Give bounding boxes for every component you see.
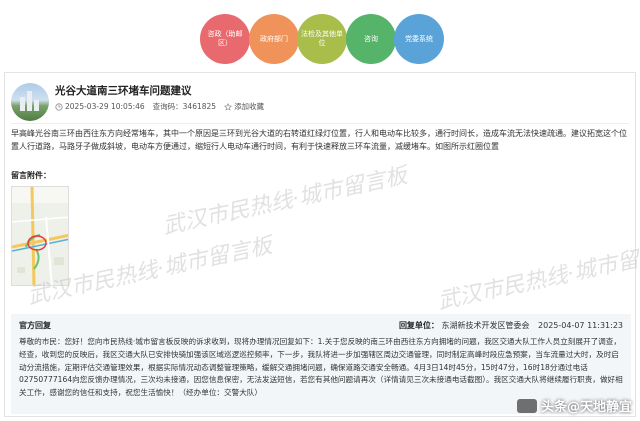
post-card: 光谷大道南三环堵车问题建议 2025-03-29 10:05:46 查询码：34… (4, 72, 640, 417)
add-favorite-button[interactable]: 添加收藏 (224, 101, 264, 112)
nav-circle-government[interactable]: 政府部门 (249, 14, 299, 64)
post-datetime: 2025-03-29 10:05:46 (65, 102, 145, 111)
nav-circle-district[interactable]: 咨政（助邮区） (200, 14, 250, 64)
reply-unit: 东湖新技术开发区管委会 (441, 321, 530, 330)
credit-text: 头条@天地静宜 (540, 400, 632, 415)
post-title: 光谷大道南三环堵车问题建议 (55, 85, 192, 97)
watermark-upper: 武汉市民热线·城市留言板 (160, 163, 410, 240)
nav-circle-party[interactable]: 党委系统 (394, 14, 444, 64)
watermark-right: 武汉市民热线·城市留言板 (435, 238, 640, 315)
post-meta: 2025-03-29 10:05:46 查询码：3461825 添加收藏 (55, 101, 264, 112)
category-nav: 咨政（助邮区） 政府部门 法检及其他单位 咨询 党委系统 (0, 14, 640, 64)
query-code-label: 查询码： (152, 102, 183, 111)
reply-meta: 回复单位： 东湖新技术开发区管委会 2025-04-07 11:31:23 (399, 320, 623, 331)
divider (11, 123, 629, 124)
star-icon (224, 102, 233, 111)
reply-unit-label: 回复单位： (398, 321, 439, 330)
reply-time: 2025-04-07 11:31:23 (538, 321, 623, 330)
query-code: 3461825 (182, 102, 217, 111)
clock-icon (55, 102, 63, 111)
avatar (11, 83, 49, 121)
source-credit: 头条@天地静宜 (516, 396, 632, 415)
reply-body: 尊敬的市民：您好！您向市民热线·城市留言板反映的诉求收到，现将办理情况回复如下：… (19, 337, 623, 398)
attachment-map-image[interactable] (11, 186, 69, 286)
nav-circle-law[interactable]: 法检及其他单位 (297, 14, 347, 64)
reply-label: 官方回复 (19, 321, 51, 330)
toutiao-logo-icon (516, 398, 537, 413)
attachment-label: 留言附件： (11, 171, 51, 180)
map-thumbnail-graphic (12, 187, 68, 285)
add-favorite-label: 添加收藏 (234, 102, 265, 111)
post-content: 早高峰光谷南三环由西往东方向经常堵车，其中一个原因是三环到光谷大道的右转道红绿灯… (11, 129, 627, 151)
nav-circle-consult[interactable]: 咨询 (346, 14, 396, 64)
